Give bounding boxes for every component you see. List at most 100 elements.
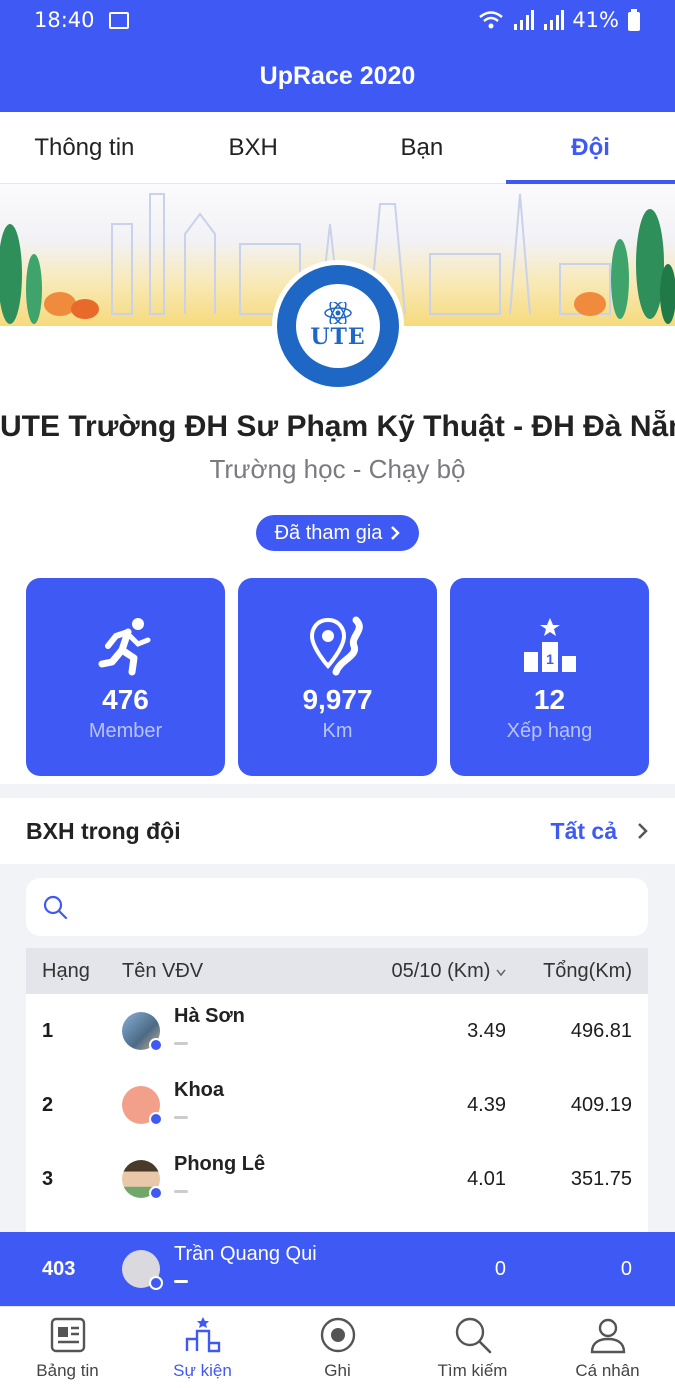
my-name: Trần Quang Qui xyxy=(174,1243,317,1265)
nav-events-label: Sự kiện xyxy=(173,1360,232,1380)
tab-bar: Thông tin BXH Bạn Đội xyxy=(0,112,675,184)
tab-info[interactable]: Thông tin xyxy=(0,112,169,183)
verified-badge-icon xyxy=(149,1276,163,1290)
my-rank: 403 xyxy=(42,1257,76,1280)
col-rank: Hạng xyxy=(42,959,90,982)
my-total: 0 xyxy=(620,1257,632,1280)
status-right: 41% xyxy=(478,8,641,32)
row-day: 3.49 xyxy=(467,1019,506,1042)
stat-rank-label: Xếp hạng xyxy=(506,720,593,742)
logo-inner: UTE xyxy=(296,284,380,368)
row-athlete: Phong Lê xyxy=(122,1153,372,1200)
row-dash xyxy=(174,1190,188,1193)
leaderboard-table: Hạng Tên VĐV 05/10 (Km) Tổng(Km) 1 Hà Sơ… xyxy=(26,948,648,1238)
stat-members-value: 476 xyxy=(102,684,149,715)
app-bar: UpRace 2020 xyxy=(0,40,675,112)
see-all-link[interactable]: Tất cả xyxy=(551,818,649,845)
status-bar: 18:40 41% xyxy=(0,0,675,40)
row-rank: 2 xyxy=(42,1093,54,1116)
tab-friends[interactable]: Bạn xyxy=(338,112,507,183)
row-total: 496.81 xyxy=(570,1019,632,1042)
row-dash xyxy=(174,1116,188,1119)
col-day-label: 05/10 (Km) xyxy=(391,959,491,982)
status-time: 18:40 xyxy=(34,8,95,32)
row-name: Khoa xyxy=(174,1079,224,1101)
user-icon xyxy=(590,1318,625,1353)
row-name: Hà Sơn xyxy=(174,1005,245,1027)
stat-rank-value: 12 xyxy=(533,684,566,715)
nav-search[interactable]: Tìm kiếm xyxy=(405,1307,540,1388)
my-dash xyxy=(174,1280,188,1283)
chevron-down-icon xyxy=(496,969,506,976)
signal-icon xyxy=(514,10,535,30)
svg-text:1: 1 xyxy=(546,651,554,667)
nav-news-label: Bảng tin xyxy=(36,1360,99,1380)
my-day: 0 xyxy=(494,1257,506,1280)
row-total: 409.19 xyxy=(570,1093,632,1116)
route-pin-icon xyxy=(309,614,366,678)
table-row[interactable]: 3 Phong Lê 4.01 351.75 xyxy=(26,1142,648,1216)
runner-icon xyxy=(98,614,154,678)
see-all-label: Tất cả xyxy=(550,817,617,844)
record-icon xyxy=(320,1317,355,1352)
battery-icon xyxy=(628,9,640,31)
nav-events[interactable]: Sự kiện xyxy=(135,1307,270,1388)
avatar xyxy=(122,1086,163,1126)
joined-button[interactable]: Đã tham gia xyxy=(256,515,419,551)
col-total: Tổng(Km) xyxy=(543,959,632,982)
battery-percent: 41% xyxy=(572,8,619,32)
row-total: 351.75 xyxy=(570,1167,632,1190)
nav-record-label: Ghi xyxy=(324,1360,351,1380)
row-rank: 1 xyxy=(42,1019,54,1042)
table-row[interactable]: 1 Hà Sơn 3.49 496.81 xyxy=(26,994,648,1068)
nav-profile-label: Cá nhân xyxy=(575,1360,640,1380)
newspaper-icon xyxy=(50,1317,85,1352)
app-title: UpRace 2020 xyxy=(259,61,416,90)
verified-badge-icon xyxy=(149,1112,163,1126)
row-athlete: Khoa xyxy=(122,1079,372,1126)
col-day[interactable]: 05/10 (Km) xyxy=(372,960,506,983)
avatar xyxy=(122,1012,163,1052)
stat-distance-value: 9,977 xyxy=(302,684,373,715)
tab-team[interactable]: Đội xyxy=(506,112,675,184)
stat-distance: 9,977 Km xyxy=(238,578,437,776)
bottom-nav: Bảng tin Sự kiện Ghi Tìm kiếm Cá nhân xyxy=(0,1306,675,1388)
atom-icon xyxy=(324,302,352,324)
verified-badge-icon xyxy=(149,1038,163,1052)
stat-members: 476 Member xyxy=(26,578,225,776)
nav-profile[interactable]: Cá nhân xyxy=(540,1307,675,1388)
event-podium-icon xyxy=(185,1316,220,1352)
nav-news[interactable]: Bảng tin xyxy=(0,1307,135,1388)
chevron-right-icon xyxy=(391,526,401,540)
row-rank: 3 xyxy=(42,1167,54,1190)
row-name: Phong Lê xyxy=(174,1153,266,1175)
joined-label: Đã tham gia xyxy=(274,521,383,544)
logo-text: UTE xyxy=(310,324,366,350)
stat-members-label: Member xyxy=(88,720,163,742)
table-header: Hạng Tên VĐV 05/10 (Km) Tổng(Km) xyxy=(26,948,648,994)
chevron-right-icon xyxy=(638,823,648,839)
tab-ranking[interactable]: BXH xyxy=(169,112,338,183)
signal-icon-2 xyxy=(544,10,565,30)
stat-distance-label: Km xyxy=(322,720,353,742)
wifi-icon xyxy=(479,11,504,29)
table-row[interactable]: 2 Khoa 4.39 409.19 xyxy=(26,1068,648,1142)
my-rank-row[interactable]: 403 Trần Quang Qui 0 0 xyxy=(0,1232,675,1306)
logo-ring: UTE xyxy=(277,265,399,387)
verified-badge-icon xyxy=(149,1186,163,1200)
search-box[interactable] xyxy=(26,878,648,936)
team-logo: UTE xyxy=(272,260,404,392)
avatar xyxy=(122,1160,163,1200)
nav-record[interactable]: Ghi xyxy=(270,1307,405,1388)
search-icon xyxy=(43,895,68,920)
row-day: 4.01 xyxy=(467,1167,506,1190)
row-day: 4.39 xyxy=(467,1093,506,1116)
image-notification-icon xyxy=(108,11,129,29)
col-name: Tên VĐV xyxy=(122,959,204,982)
nav-search-label: Tìm kiếm xyxy=(437,1360,508,1380)
stat-rank: 1 12 Xếp hạng xyxy=(450,578,649,776)
search-input[interactable] xyxy=(78,895,598,919)
search-icon xyxy=(455,1317,491,1353)
my-athlete: Trần Quang Qui xyxy=(122,1243,372,1290)
team-name: UTE Trường ĐH Sư Phạm Kỹ Thuật - ĐH Đà N… xyxy=(0,410,675,443)
